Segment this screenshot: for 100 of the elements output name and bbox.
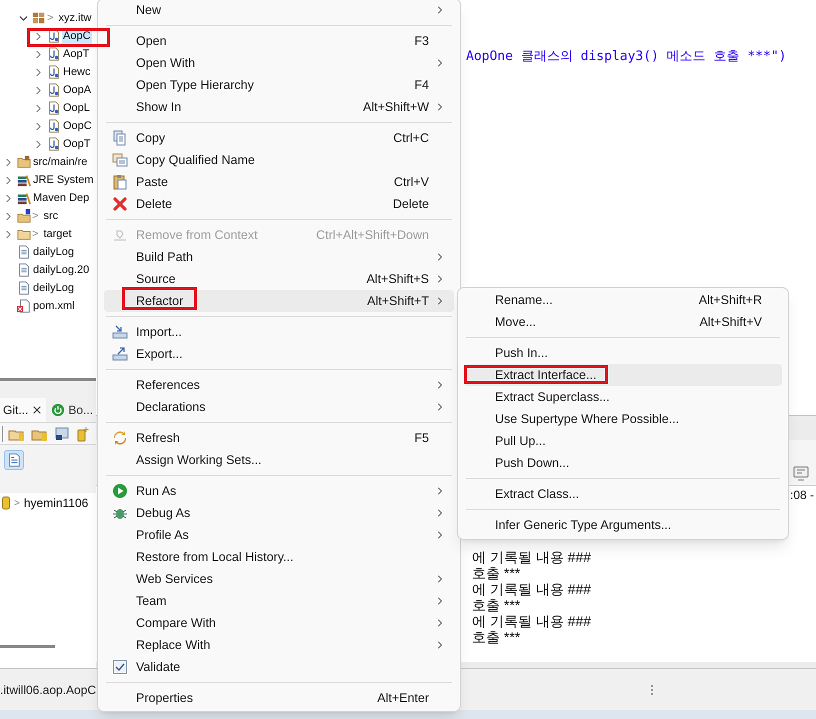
menu-item[interactable]: Extract Class... bbox=[464, 483, 782, 505]
menu-item[interactable]: Infer Generic Type Arguments... bbox=[464, 514, 782, 536]
tree-item[interactable]: JRE System bbox=[32, 172, 95, 188]
copy-icon bbox=[112, 130, 128, 146]
git-marker: > bbox=[47, 10, 54, 26]
menu-item[interactable]: Push In... bbox=[464, 342, 782, 364]
menu-item[interactable]: References bbox=[104, 374, 454, 396]
menu-item[interactable]: Restore from Local History... bbox=[104, 546, 454, 568]
console-header-text: :08 - bbox=[790, 487, 815, 501]
delete-icon bbox=[112, 196, 128, 212]
menu-item[interactable]: Show In Alt+Shift+W bbox=[104, 96, 454, 118]
menu-item[interactable]: Validate bbox=[104, 656, 454, 678]
menu-item[interactable]: Delete Delete bbox=[104, 193, 454, 215]
menu-item[interactable]: Pull Up... bbox=[464, 430, 782, 452]
tree-item[interactable]: Hewc bbox=[62, 64, 92, 80]
tree-item[interactable]: AopT bbox=[62, 46, 90, 62]
package-icon bbox=[32, 11, 46, 25]
shortcut-text: Delete bbox=[392, 196, 429, 213]
shortcut-text: Alt+Shift+W bbox=[363, 98, 429, 116]
tree-item[interactable]: OopC bbox=[62, 118, 93, 134]
menu-item[interactable]: Import... bbox=[104, 321, 454, 343]
menu-item[interactable]: Run As bbox=[104, 480, 454, 502]
menu-item[interactable]: Copy Qualified Name bbox=[104, 149, 454, 171]
repository-item[interactable]: hyemin1106 bbox=[24, 494, 88, 512]
menu-item[interactable]: Open With bbox=[104, 52, 454, 74]
tree-item[interactable]: pom.xml bbox=[32, 298, 76, 314]
menu-item[interactable]: Export... bbox=[104, 343, 454, 365]
console-line: 호출 *** bbox=[472, 629, 522, 645]
shortcut-text: Alt+Shift+T bbox=[367, 292, 429, 310]
library-icon bbox=[17, 173, 31, 187]
tree-item[interactable]: src bbox=[42, 208, 60, 224]
tree-item[interactable]: target bbox=[42, 226, 73, 242]
menu-item[interactable]: Source Alt+Shift+S bbox=[104, 268, 454, 290]
menu-item[interactable]: Assign Working Sets... bbox=[104, 449, 454, 471]
shortcut-text: Ctrl+Alt+Shift+Down bbox=[316, 226, 429, 244]
menu-item[interactable]: Refresh F5 bbox=[104, 427, 454, 449]
import-icon bbox=[112, 324, 128, 340]
tree-item[interactable]: xyz.itw bbox=[57, 10, 92, 26]
tree-item[interactable]: OopT bbox=[62, 136, 92, 152]
menu-item[interactable]: Team bbox=[104, 590, 454, 612]
tree-item[interactable]: dailyLog.20 bbox=[32, 262, 90, 278]
scrollbar-thumb[interactable] bbox=[0, 378, 96, 381]
repository-icon bbox=[2, 496, 10, 510]
panel-tab[interactable]: Git... bbox=[0, 398, 46, 422]
power-icon bbox=[51, 403, 66, 417]
menu-item[interactable]: Extract Superclass... bbox=[464, 386, 782, 408]
shortcut-text: Ctrl+C bbox=[393, 130, 429, 147]
add-repository-icon[interactable] bbox=[77, 426, 89, 442]
tree-item[interactable]: OopA bbox=[62, 82, 92, 98]
shortcut-text: Alt+Shift+V bbox=[699, 314, 762, 331]
menu-item[interactable]: New bbox=[104, 0, 454, 21]
file-icon bbox=[17, 281, 31, 295]
java-file-icon bbox=[47, 101, 61, 115]
shortcut-text: F3 bbox=[414, 32, 429, 50]
tree-item[interactable]: deilyLog bbox=[32, 280, 75, 296]
display-icon[interactable] bbox=[793, 466, 809, 481]
toggle-button[interactable] bbox=[4, 450, 24, 470]
menu-item[interactable]: Properties Alt+Enter bbox=[104, 687, 454, 709]
tree-item[interactable]: src/main/re bbox=[32, 154, 88, 170]
git-marker: > bbox=[32, 208, 38, 224]
scrollbar-thumb[interactable] bbox=[0, 645, 55, 648]
menu-item[interactable]: Open F3 bbox=[104, 30, 454, 52]
console-line: 에 기록될 내용 ### bbox=[472, 613, 592, 629]
shortcut-text: F4 bbox=[414, 76, 429, 94]
menu-item[interactable]: Open Type Hierarchy F4 bbox=[104, 74, 454, 96]
menu-item[interactable]: Debug As bbox=[104, 502, 454, 524]
copy-name-icon bbox=[112, 152, 128, 168]
menu-item[interactable]: Refactor Alt+Shift+T bbox=[104, 290, 454, 312]
menu-item[interactable]: Build Path bbox=[104, 246, 454, 268]
run-icon bbox=[112, 483, 128, 499]
close-icon[interactable] bbox=[31, 404, 44, 416]
shortcut-text: Ctrl+V bbox=[394, 174, 429, 191]
export-icon bbox=[112, 346, 128, 362]
menu-item[interactable]: Copy Ctrl+C bbox=[104, 127, 454, 149]
console-line: 호출 *** bbox=[472, 597, 522, 613]
java-file-icon bbox=[47, 47, 61, 61]
menu-item[interactable]: Use Supertype Where Possible... bbox=[464, 408, 782, 430]
java-file-icon bbox=[47, 119, 61, 133]
menu-item[interactable]: Rename... Alt+Shift+R bbox=[464, 289, 782, 311]
java-file-icon bbox=[47, 83, 61, 97]
menu-item[interactable]: Push Down... bbox=[464, 452, 782, 474]
folder-icon bbox=[17, 227, 31, 241]
tree-item[interactable]: Maven Dep bbox=[32, 190, 90, 206]
file-icon bbox=[17, 263, 31, 277]
document-icon bbox=[7, 453, 21, 467]
shortcut-text: Alt+Shift+R bbox=[698, 292, 762, 309]
console-line: 에 기록될 내용 ### bbox=[472, 549, 592, 565]
menu-item[interactable]: Replace With bbox=[104, 634, 454, 656]
tree-item[interactable]: dailyLog bbox=[32, 244, 75, 260]
menu-item[interactable]: Profile As bbox=[104, 524, 454, 546]
menu-item[interactable]: Paste Ctrl+V bbox=[104, 171, 454, 193]
menu-item[interactable]: Web Services bbox=[104, 568, 454, 590]
menu-item[interactable]: Compare With bbox=[104, 612, 454, 634]
shortcut-text: Alt+Shift+S bbox=[366, 270, 429, 288]
shortcut-text: Alt+Enter bbox=[377, 690, 429, 707]
folder-icon bbox=[17, 155, 31, 169]
tree-item[interactable]: OopL bbox=[62, 100, 91, 116]
git-marker: > bbox=[14, 496, 20, 510]
menu-item[interactable]: Move... Alt+Shift+V bbox=[464, 311, 782, 333]
menu-item[interactable]: Declarations bbox=[104, 396, 454, 418]
